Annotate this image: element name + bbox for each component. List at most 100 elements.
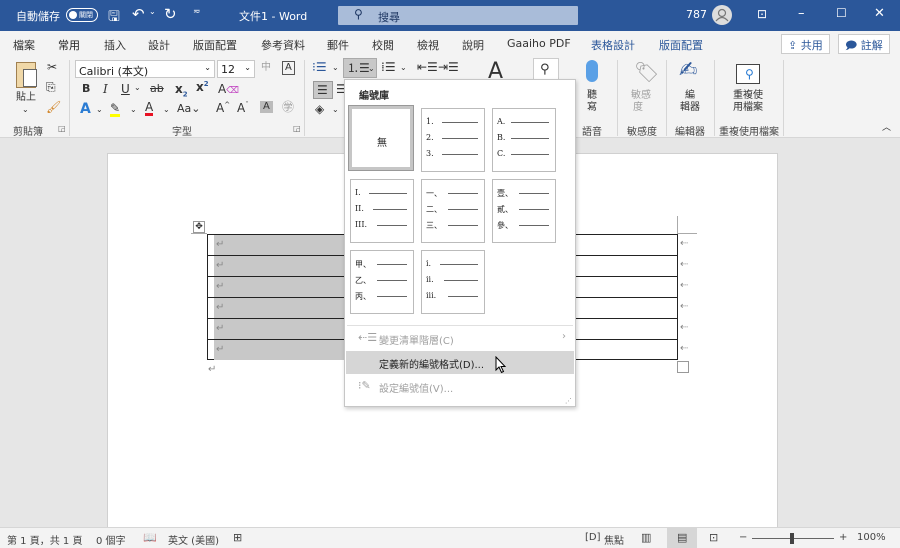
- multilevel-dropdown-icon[interactable]: ⌄: [400, 64, 407, 72]
- copy-icon[interactable]: ⎘: [46, 81, 56, 93]
- collapse-ribbon-icon[interactable]: ︿: [882, 124, 891, 133]
- print-layout-button[interactable]: ▤: [667, 528, 697, 548]
- focus-label[interactable]: 焦點: [604, 532, 624, 547]
- comments-button[interactable]: 🗩 註解: [838, 34, 890, 54]
- tab-table-design[interactable]: 表格設計: [591, 37, 635, 53]
- numbering-option-arabic[interactable]: 1. 2. 3.: [421, 108, 485, 172]
- phonetic-guide-icon[interactable]: 中: [261, 63, 271, 73]
- undo-dropdown-icon[interactable]: ⌄: [149, 7, 156, 16]
- reuse-label-2[interactable]: 用檔案: [733, 102, 763, 114]
- dictate-label-2[interactable]: 寫: [587, 102, 597, 114]
- format-painter-icon[interactable]: 🖌: [46, 101, 61, 113]
- character-border-icon[interactable]: A: [282, 61, 295, 75]
- read-mode-icon[interactable]: ▥: [641, 531, 651, 544]
- redo-icon[interactable]: ↻: [164, 5, 177, 23]
- tab-layout[interactable]: 版面配置: [193, 37, 237, 53]
- editor-icon[interactable]: ✍: [679, 60, 697, 82]
- numbering-option-roman-upper[interactable]: I. II. III.: [350, 179, 414, 243]
- tab-view[interactable]: 檢視: [417, 37, 439, 53]
- underline-dropdown-icon[interactable]: ⌄: [134, 84, 141, 92]
- ribbon-display-options-icon[interactable]: ⊡: [757, 7, 767, 21]
- tab-mailings[interactable]: 郵件: [327, 37, 349, 53]
- highlight-dropdown-icon[interactable]: ⌄: [130, 106, 137, 114]
- save-icon[interactable]: 🖫: [108, 6, 120, 30]
- enclose-characters-icon[interactable]: ㊫: [282, 101, 294, 113]
- sensitivity-label-2[interactable]: 度: [633, 102, 643, 114]
- editor-label-2[interactable]: 輯器: [680, 102, 700, 114]
- highlight-icon[interactable]: ✎: [110, 102, 121, 117]
- tab-insert[interactable]: 插入: [104, 37, 126, 53]
- superscript-icon[interactable]: x2: [196, 81, 209, 94]
- clipboard-launcher-icon[interactable]: ◲: [58, 125, 66, 133]
- tab-references[interactable]: 參考資料: [261, 37, 305, 53]
- align-left-button[interactable]: ☰: [313, 81, 333, 99]
- focus-icon[interactable]: [D]: [585, 532, 601, 543]
- zoom-in-icon[interactable]: +: [839, 532, 847, 543]
- paste-dropdown-icon[interactable]: ⌄: [22, 106, 29, 114]
- undo-icon[interactable]: ↶: [132, 5, 145, 23]
- web-layout-icon[interactable]: ⊡: [709, 531, 718, 544]
- numbering-option-chinese-financial[interactable]: 壹、 貳、 參、: [492, 179, 556, 243]
- resize-grip-icon[interactable]: ⋰: [565, 397, 572, 405]
- tab-design[interactable]: 設計: [148, 37, 170, 53]
- table-resize-handle[interactable]: [677, 361, 689, 373]
- proofing-icon[interactable]: 📖: [143, 531, 157, 544]
- paste-icon[interactable]: [16, 62, 37, 88]
- shrink-font-icon[interactable]: Aˇ: [237, 102, 249, 115]
- tab-review[interactable]: 校閱: [372, 37, 394, 53]
- strikethrough-icon[interactable]: ab: [150, 83, 164, 94]
- font-size-select[interactable]: 12 ⌄: [217, 60, 255, 78]
- tab-gaaiho-pdf[interactable]: Gaaiho PDF: [507, 37, 571, 50]
- font-color-dropdown-icon[interactable]: ⌄: [163, 106, 170, 114]
- editor-label-1[interactable]: 編: [685, 90, 695, 102]
- menu-item-set-numbering-value[interactable]: ⁝✎ 設定編號值(V)...: [346, 375, 574, 398]
- menu-item-define-new-number-format[interactable]: 定義新的編號格式(D)...: [346, 351, 574, 374]
- paste-button[interactable]: 貼上: [16, 92, 36, 104]
- reuse-files-icon[interactable]: ⚲: [736, 64, 760, 84]
- italic-icon[interactable]: I: [103, 83, 108, 95]
- autosave-toggle[interactable]: 關閉: [66, 8, 98, 22]
- clear-formatting-icon[interactable]: A⌫: [218, 83, 239, 96]
- numbering-option-uppercase-letters[interactable]: A. B. C.: [492, 108, 556, 172]
- reuse-label-1[interactable]: 重複使: [733, 90, 763, 102]
- subscript-icon[interactable]: x2: [175, 83, 188, 98]
- share-button[interactable]: ⇪ 共用: [781, 34, 830, 54]
- numbering-option-chinese[interactable]: 一、 二、 三、: [421, 179, 485, 243]
- page-count[interactable]: 第 1 頁，共 1 頁: [7, 532, 82, 547]
- zoom-level[interactable]: 100%: [857, 532, 886, 543]
- microphone-icon[interactable]: [586, 60, 598, 82]
- dictate-label-1[interactable]: 聽: [587, 90, 597, 102]
- numbering-option-roman-lower[interactable]: i. ii. iii.: [421, 250, 485, 314]
- numbering-button[interactable]: ⒈☰ ⌄: [343, 58, 377, 78]
- sensitivity-icon[interactable]: 🏷: [634, 62, 659, 82]
- language[interactable]: 英文 (美國): [168, 532, 219, 547]
- zoom-out-icon[interactable]: −: [739, 532, 747, 543]
- bullets-dropdown-icon[interactable]: ⌄: [332, 64, 339, 72]
- sensitivity-label-1[interactable]: 敏感: [631, 90, 651, 102]
- grow-font-icon[interactable]: A^: [216, 102, 230, 115]
- menu-item-change-list-level[interactable]: ⇠☰ 變更清單階層(C) ›: [346, 327, 574, 350]
- character-shading-icon[interactable]: A: [260, 101, 273, 113]
- numbering-option-none[interactable]: 無: [348, 105, 414, 171]
- maximize-icon[interactable]: ☐: [836, 6, 847, 20]
- multilevel-list-icon[interactable]: ⁞☰: [381, 61, 396, 73]
- customize-qat-icon[interactable]: ≂: [193, 7, 201, 17]
- avatar[interactable]: [712, 5, 732, 25]
- close-icon[interactable]: ✕: [874, 6, 885, 21]
- shading-icon[interactable]: ◈: [315, 103, 324, 115]
- font-color-icon[interactable]: A: [145, 101, 154, 116]
- numbering-option-heavenly-stems[interactable]: 甲、 乙、 丙、: [350, 250, 414, 314]
- tab-file[interactable]: 檔案: [13, 37, 35, 53]
- font-name-select[interactable]: Calibri (本文) ⌄: [75, 60, 215, 78]
- shading-dropdown-icon[interactable]: ⌄: [332, 106, 339, 114]
- tab-home[interactable]: 常用: [58, 37, 80, 58]
- text-effects-dropdown-icon[interactable]: ⌄: [96, 106, 103, 114]
- underline-icon[interactable]: U: [121, 83, 130, 95]
- word-count[interactable]: 0 個字: [96, 532, 126, 547]
- tab-help[interactable]: 說明: [462, 37, 484, 53]
- tab-table-layout[interactable]: 版面配置: [659, 37, 703, 53]
- cut-icon[interactable]: ✂: [47, 61, 57, 73]
- table-move-handle-icon[interactable]: ✥: [193, 221, 205, 233]
- accessibility-icon[interactable]: ⊞: [233, 531, 242, 544]
- change-case-icon[interactable]: Aa⌄: [177, 103, 200, 114]
